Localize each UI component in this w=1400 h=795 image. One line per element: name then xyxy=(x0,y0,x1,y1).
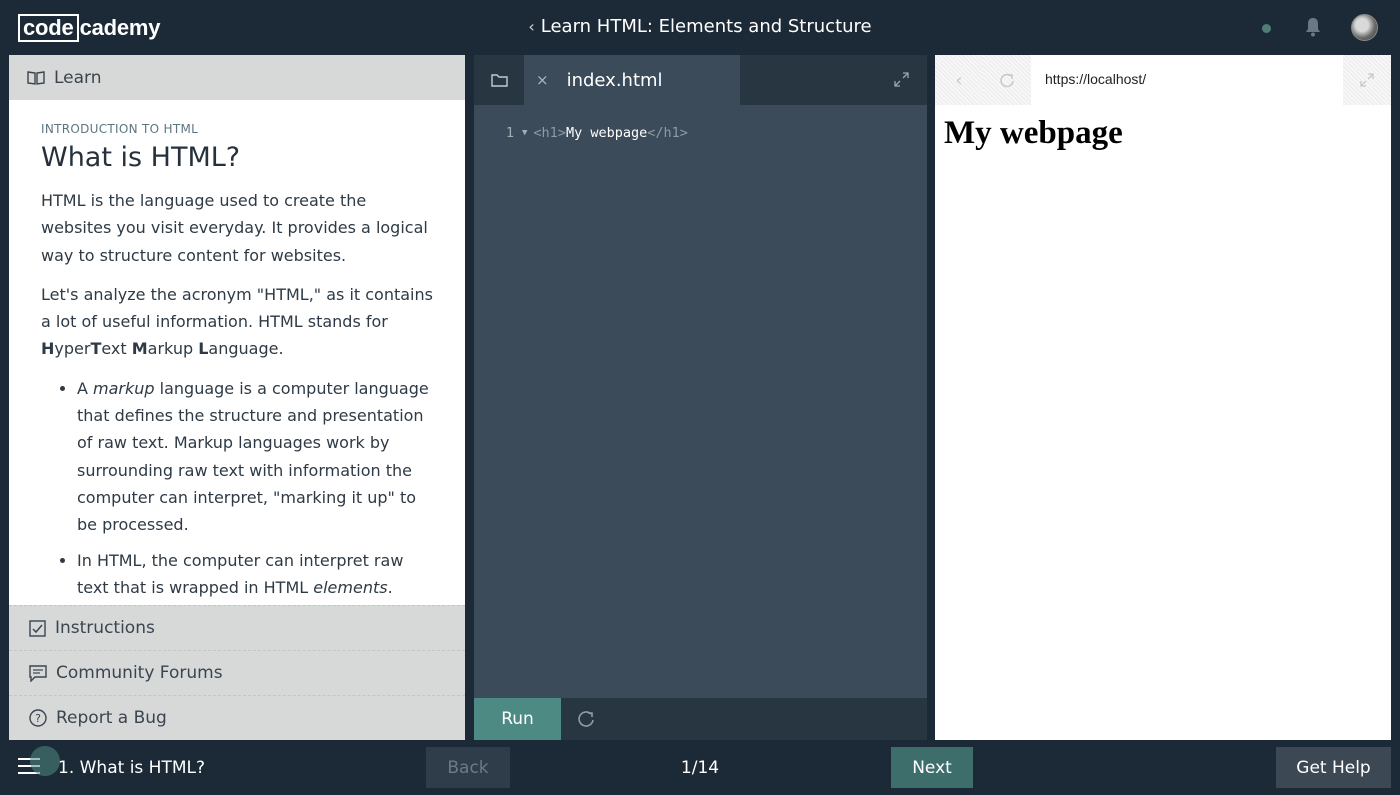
code-line[interactable]: 1 ▼ <h1> My webpage </h1> xyxy=(474,125,688,141)
get-help-button[interactable]: Get Help xyxy=(1276,747,1391,788)
tab-index-html[interactable]: × index.html xyxy=(524,55,740,105)
forums-label: Community Forums xyxy=(56,663,223,683)
text-span: arkup xyxy=(147,339,199,359)
emphasis: markup xyxy=(93,378,155,398)
bottom-bar: 1. What is HTML? Back 1/14 Next Get Help xyxy=(0,740,1400,795)
run-bar: Run xyxy=(474,698,927,740)
community-forums-tab[interactable]: Community Forums xyxy=(9,650,465,695)
text-span: A xyxy=(77,378,94,398)
fold-arrow-icon[interactable]: ▼ xyxy=(522,128,527,141)
line-number: 1 xyxy=(505,125,514,141)
tab-filename: index.html xyxy=(566,69,663,91)
next-button[interactable]: Next xyxy=(891,747,973,788)
browser-back-button[interactable]: ‹ xyxy=(935,55,983,105)
help-circle-icon: ? xyxy=(29,709,47,727)
bell-icon[interactable] xyxy=(1304,17,1322,37)
svg-text:?: ? xyxy=(35,712,41,725)
chat-bubble-icon xyxy=(29,664,47,682)
code-text: My webpage xyxy=(565,125,648,141)
bold-letter: L xyxy=(198,339,209,359)
browser-bar: ‹ https://localhost/ xyxy=(935,55,1391,105)
bug-label: Report a Bug xyxy=(56,708,167,728)
learn-panel: Learn INTRODUCTION TO HTML What is HTML?… xyxy=(9,55,465,740)
status-dot-icon xyxy=(1262,24,1271,33)
click-indicator xyxy=(30,746,60,776)
text-span: Let's analyze the acronym "HTML," as it … xyxy=(41,284,433,332)
text-span: yper xyxy=(54,339,91,359)
list-item: In HTML, the computer can interpret raw … xyxy=(77,547,433,605)
editor-tab-bar: × index.html xyxy=(474,55,927,105)
course-title[interactable]: ‹ Learn HTML: Elements and Structure xyxy=(0,16,1400,37)
file-browser-button[interactable] xyxy=(474,55,524,105)
lesson-title: What is HTML? xyxy=(41,142,241,173)
expand-icon[interactable] xyxy=(894,72,909,87)
learn-tab[interactable]: Learn xyxy=(9,55,465,100)
text-span: ext xyxy=(101,339,132,359)
text-span: anguage. xyxy=(208,339,284,359)
report-bug-tab[interactable]: ? Report a Bug xyxy=(9,695,465,740)
url-field[interactable]: https://localhost/ xyxy=(1045,71,1146,87)
bold-letter: H xyxy=(41,339,55,359)
code-editor: × index.html 1 ▼ <h1> My webpage </h1> Run xyxy=(474,55,927,740)
rendered-page: My webpage xyxy=(935,115,1391,152)
emphasis: elements xyxy=(313,577,388,597)
chevron-left-icon: ‹ xyxy=(528,17,535,36)
course-title-text: Learn HTML: Elements and Structure xyxy=(540,16,872,37)
lesson-eyebrow: INTRODUCTION TO HTML xyxy=(41,122,199,136)
avatar[interactable] xyxy=(1351,14,1378,41)
close-tab-icon[interactable]: × xyxy=(536,71,549,89)
bold-letter: M xyxy=(131,339,148,359)
lesson-list: A markup language is a computer language… xyxy=(41,375,433,605)
code-close-tag: </h1> xyxy=(647,125,688,141)
reset-icon[interactable] xyxy=(576,709,596,729)
text-span: language is a computer language that def… xyxy=(77,378,429,535)
rendered-heading: My webpage xyxy=(944,115,1123,151)
browser-expand-button[interactable] xyxy=(1343,55,1391,105)
browser-refresh-button[interactable] xyxy=(983,55,1031,105)
bold-letter: T xyxy=(90,339,102,359)
run-button[interactable]: Run xyxy=(474,698,561,740)
refresh-icon xyxy=(1000,73,1014,88)
top-bar: code cademy ‹ Learn HTML: Elements and St… xyxy=(0,0,1400,55)
checkbox-icon xyxy=(29,619,46,637)
progress-counter: 1/14 xyxy=(680,758,720,778)
list-item: A markup language is a computer language… xyxy=(77,375,433,539)
chevron-left-icon: ‹ xyxy=(955,69,963,91)
instructions-tab[interactable]: Instructions xyxy=(9,605,465,650)
current-lesson-label[interactable]: 1. What is HTML? xyxy=(58,758,205,778)
lesson-content: INTRODUCTION TO HTML What is HTML? HTML … xyxy=(9,100,465,605)
folder-icon xyxy=(490,74,508,87)
preview-browser: ‹ https://localhost/ My webpage xyxy=(935,55,1391,740)
lesson-paragraph: HTML is the language used to create the … xyxy=(41,191,428,265)
book-icon xyxy=(27,70,45,85)
code-open-tag: <h1> xyxy=(533,125,566,141)
back-button[interactable]: Back xyxy=(426,747,510,788)
expand-icon xyxy=(1360,73,1374,87)
learn-label: Learn xyxy=(54,67,102,88)
instructions-label: Instructions xyxy=(55,618,155,638)
lesson-paragraph: Let's analyze the acronym "HTML," as it … xyxy=(41,281,433,363)
